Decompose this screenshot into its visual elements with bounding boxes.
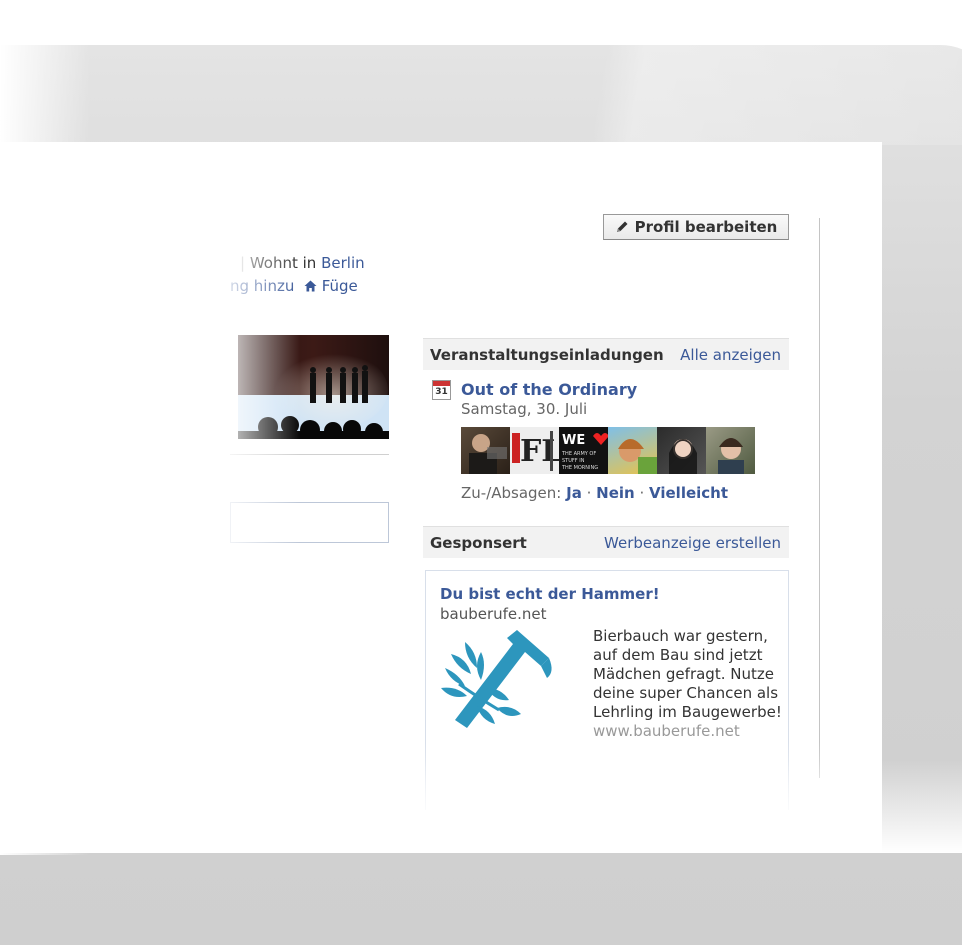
rsvp-yes-link[interactable]: Ja <box>566 484 582 502</box>
rsvp-no-link[interactable]: Nein <box>596 484 635 502</box>
profile-info-add: ng hinzu Füge <box>230 277 358 296</box>
add-info-link[interactable]: ng hinzu <box>230 277 294 295</box>
profile-info-location: | Wohnt in Berlin <box>240 254 365 272</box>
ad-url[interactable]: www.bauberufe.net <box>593 722 740 740</box>
svg-text:FL: FL <box>520 434 559 469</box>
column-divider <box>819 218 820 778</box>
avatar[interactable]: WE THE ARMY OF STUFF IN THE MORNING <box>559 427 608 474</box>
event-date: Samstag, 30. Juli <box>461 400 588 418</box>
ad-body: Bierbauch war gestern, auf dem Bau sind … <box>593 627 783 741</box>
rsvp-maybe-link[interactable]: Vielleicht <box>649 484 728 502</box>
ad-body-text: Bierbauch war gestern, auf dem Bau sind … <box>593 627 782 721</box>
edit-profile-label: Profil bearbeiten <box>634 218 778 236</box>
svg-text:STUFF IN: STUFF IN <box>562 458 585 464</box>
pencil-icon <box>616 221 628 232</box>
avatar[interactable]: FL <box>510 427 559 474</box>
device-frame-sheen <box>0 45 962 145</box>
avatar[interactable] <box>657 427 706 474</box>
ad-domain: bauberufe.net <box>440 605 547 623</box>
create-ad-link[interactable]: Werbeanzeige erstellen <box>604 534 781 552</box>
avatar[interactable] <box>608 427 657 474</box>
calendar-icon: 31 <box>432 380 451 400</box>
add-hometown-link[interactable]: Füge <box>322 277 358 295</box>
screen: Profil bearbeiten | Wohnt in Berlin ng h… <box>0 142 882 853</box>
events-title: Veranstaltungseinladungen <box>430 345 664 364</box>
edit-profile-button[interactable]: Profil bearbeiten <box>603 214 789 240</box>
events-header: Veranstaltungseinladungen Alle anzeigen <box>423 338 789 370</box>
show-all-events-link[interactable]: Alle anzeigen <box>680 346 781 364</box>
divider <box>230 454 389 455</box>
city-link[interactable]: Berlin <box>321 254 365 272</box>
hammer-logo-icon[interactable] <box>437 628 557 738</box>
svg-text:WE: WE <box>562 433 585 448</box>
svg-text:THE ARMY OF: THE ARMY OF <box>561 451 596 457</box>
sponsored-title: Gesponsert <box>430 533 527 552</box>
event-guest-avatars: FL WE THE ARMY OF STUFF IN THE MORNING <box>461 427 755 474</box>
avatar[interactable] <box>461 427 510 474</box>
photo-stage[interactable] <box>238 335 389 439</box>
status-input[interactable] <box>230 502 389 543</box>
rsvp-row: Zu-/Absagen: Ja · Nein · Vielleicht <box>461 484 729 502</box>
svg-text:THE MORNING: THE MORNING <box>561 465 598 471</box>
ad-title-link[interactable]: Du bist echt der Hammer! <box>440 585 660 603</box>
sponsored-header: Gesponsert Werbeanzeige erstellen <box>423 526 789 558</box>
home-icon <box>304 278 317 296</box>
event-title-link[interactable]: Out of the Ordinary <box>461 380 637 399</box>
avatar[interactable] <box>706 427 755 474</box>
